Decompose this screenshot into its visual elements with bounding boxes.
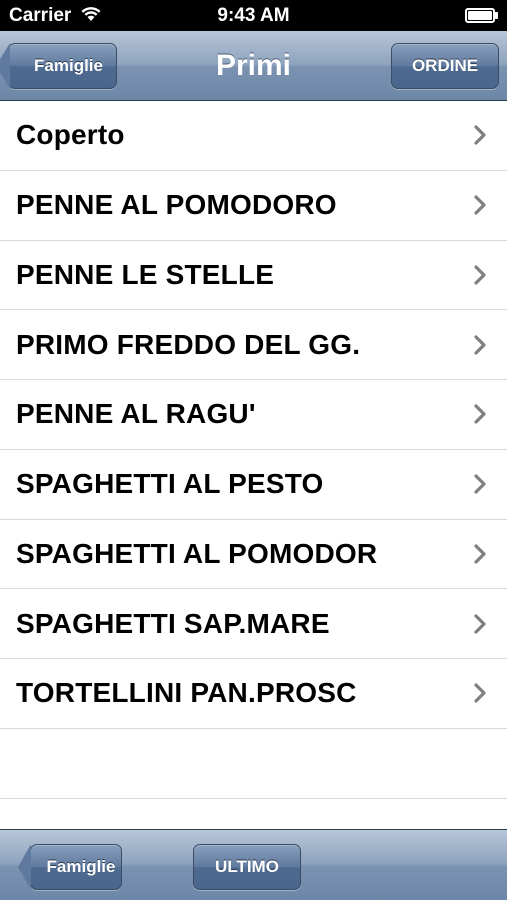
navigation-bar: Famiglie Primi ORDINE [0, 31, 507, 101]
toolbar-back-button[interactable]: Famiglie [30, 844, 122, 890]
chevron-right-icon [469, 543, 491, 565]
list-item-label: PENNE LE STELLE [16, 258, 275, 290]
list-item-label: PENNE AL POMODORO [16, 189, 337, 221]
list-item[interactable]: SPAGHETTI AL POMODOR [0, 520, 507, 590]
ordine-button[interactable]: ORDINE [391, 43, 499, 89]
chevron-right-icon [469, 124, 491, 146]
chevron-right-icon [469, 334, 491, 356]
chevron-right-icon [469, 613, 491, 635]
list-item[interactable]: SPAGHETTI AL PESTO [0, 450, 507, 520]
ultimo-button[interactable]: ULTIMO [193, 844, 301, 890]
list-item[interactable]: PRIMO FREDDO DEL GG. [0, 310, 507, 380]
list-item-label: SPAGHETTI SAP.MARE [16, 607, 330, 639]
bottom-toolbar: Famiglie ULTIMO [0, 829, 507, 900]
list-item-label: Coperto [16, 119, 125, 151]
battery-icon [465, 8, 498, 23]
carrier-label: Carrier [9, 4, 72, 26]
dish-list: Coperto PENNE AL POMODORO PENNE LE STELL… [0, 101, 507, 829]
toolbar-back-label: Famiglie [46, 857, 116, 876]
chevron-right-icon [469, 682, 491, 704]
list-item[interactable]: TORTELLINI PAN.PROSC [0, 659, 507, 729]
list-item-label: SPAGHETTI AL POMODOR [16, 537, 378, 569]
list-item[interactable]: PENNE AL POMODORO [0, 171, 507, 241]
list-item-label: TORTELLINI PAN.PROSC [16, 677, 357, 709]
list-item[interactable]: PENNE AL RAGU' [0, 380, 507, 450]
chevron-right-icon [469, 473, 491, 495]
chevron-right-icon [469, 264, 491, 286]
back-button[interactable]: Famiglie [8, 43, 117, 89]
status-left: Carrier [9, 4, 103, 28]
status-bar: Carrier 9:43 AM [0, 0, 507, 31]
list-item-label: SPAGHETTI AL PESTO [16, 468, 324, 500]
list-item[interactable]: Coperto [0, 101, 507, 171]
list-item[interactable]: PENNE LE STELLE [0, 241, 507, 311]
chevron-right-icon [469, 403, 491, 425]
wifi-icon [79, 4, 103, 28]
chevron-right-icon [469, 194, 491, 216]
page-title: Primi [215, 48, 292, 82]
list-item-label: PENNE AL RAGU' [16, 398, 256, 430]
list-item-label: PRIMO FREDDO DEL GG. [16, 328, 361, 360]
back-button-label: Famiglie [34, 56, 103, 75]
empty-row [0, 729, 507, 799]
list-item[interactable]: SPAGHETTI SAP.MARE [0, 589, 507, 659]
